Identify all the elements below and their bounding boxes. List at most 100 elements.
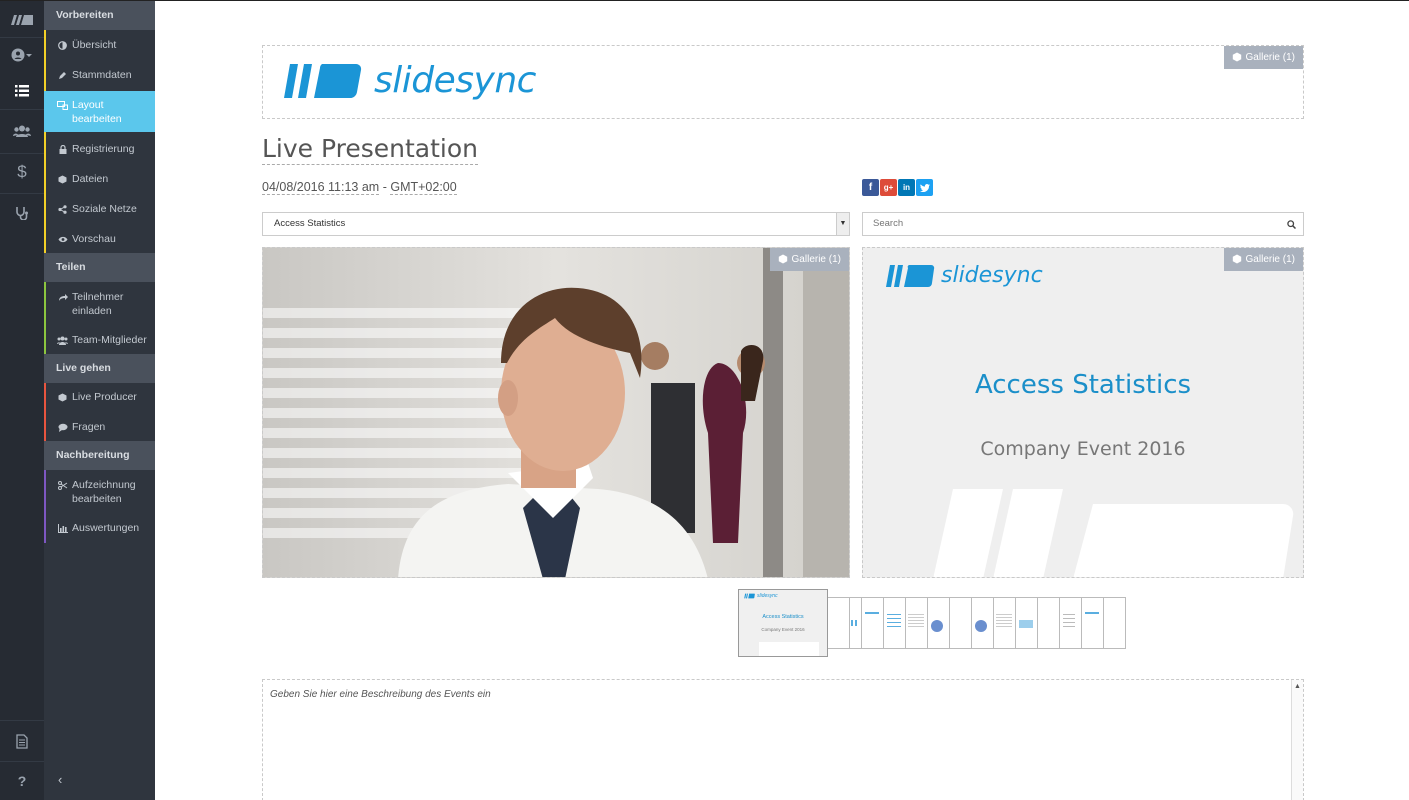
sidebar-item-auswertungen[interactable]: Auswertungen <box>44 521 155 535</box>
stethoscope-icon[interactable] <box>0 195 44 231</box>
collapse-icon[interactable]: ‹ <box>44 773 155 787</box>
slide-thumbnail[interactable] <box>1036 597 1060 649</box>
list-icon[interactable] <box>0 73 44 109</box>
slide-thumbnail[interactable] <box>1058 597 1082 649</box>
sidebar-item-team-mitglieder[interactable]: Team-Mitglieder <box>44 333 155 347</box>
slide-thumbnail-strip: slidesync Access Statistics Company Even… <box>738 589 1128 659</box>
sidebar-item-label: Live Producer <box>72 391 137 403</box>
sidebar-item-label: Registrierung <box>72 143 135 155</box>
lock-icon <box>57 144 68 155</box>
search-input[interactable] <box>873 218 1273 229</box>
thumb-logo-text: slidesync <box>757 593 778 599</box>
gallery-label: Gallerie (1) <box>791 254 841 265</box>
eye-icon <box>57 234 68 245</box>
cube-icon <box>1232 254 1241 264</box>
help-icon[interactable]: ? <box>0 763 44 799</box>
sidebar-item-label: Fragen <box>72 421 106 433</box>
thumb-title: Access Statistics <box>762 614 804 620</box>
users-icon <box>57 335 68 346</box>
slide-watermark-image <box>933 489 1294 577</box>
sidebar-item-label: Team-Mitglieder <box>72 334 147 346</box>
sidebar-item-uebersicht[interactable]: Übersicht <box>44 38 155 52</box>
logo-text: slidesync <box>374 60 536 101</box>
sidebar-item-aufzeichnung[interactable]: Aufzeichnung bearbeiten <box>44 478 155 506</box>
sidebar-item-label: Übersicht <box>72 39 117 51</box>
sidebar-item-layout[interactable]: Layout bearbeiten <box>44 91 155 132</box>
thumb-subtitle: Company Event 2016 <box>761 627 805 632</box>
sidebar-item-label: Auswertungen <box>72 522 140 534</box>
user-icon[interactable] <box>0 37 44 73</box>
gallery-label: Gallerie (1) <box>1245 254 1295 265</box>
date-separator: - <box>379 180 391 194</box>
slidesync-logo: slidesync <box>282 60 536 101</box>
scroll-up-icon[interactable]: ▲ <box>1294 683 1301 690</box>
document-icon[interactable] <box>0 723 44 759</box>
section-header-live-gehen: Live gehen <box>44 354 155 383</box>
video-player[interactable]: Gallerie (1) <box>262 247 850 578</box>
sidebar-item-fragen[interactable]: Fragen <box>44 420 155 434</box>
slide-thumbnail[interactable] <box>860 597 884 649</box>
gallery-button-slide[interactable]: Gallerie (1) <box>1223 248 1303 271</box>
cube-icon <box>57 392 68 403</box>
section-header-teilen: Teilen <box>44 253 155 282</box>
event-date[interactable]: 04/08/2016 11:13 am <box>262 180 380 195</box>
slide-thumbnail[interactable] <box>1080 597 1104 649</box>
slide-thumbnail[interactable] <box>926 597 950 649</box>
slide-thumbnail[interactable] <box>882 597 906 649</box>
sidebar-item-label: Soziale Netze <box>72 203 137 215</box>
sidebar-item-live-producer[interactable]: Live Producer <box>44 390 155 404</box>
slide-select[interactable]: Access Statistics ▼ <box>262 212 850 236</box>
slide-thumbnail[interactable] <box>970 597 994 649</box>
video-frame-image <box>263 248 849 577</box>
slide-thumbnail[interactable] <box>904 597 928 649</box>
thumb-logo: slidesync <box>744 593 778 599</box>
sidebar-item-vorschau[interactable]: Vorschau <box>44 232 155 246</box>
slide-thumbnail[interactable] <box>992 597 1016 649</box>
comment-icon <box>57 422 68 433</box>
slide-logo: slidesync <box>885 263 1043 288</box>
google-plus-icon[interactable]: g+ <box>880 179 897 196</box>
sidebar-item-teilnehmer-einladen[interactable]: Teilnehmer einladen <box>44 290 155 318</box>
gallery-button-video[interactable]: Gallerie (1) <box>769 248 849 271</box>
brand-logo-icon[interactable] <box>0 2 44 38</box>
linkedin-icon[interactable]: in <box>898 179 915 196</box>
sidebar-item-registrierung[interactable]: Registrierung <box>44 142 155 156</box>
search-icon[interactable] <box>1287 220 1296 229</box>
chevron-down-icon[interactable]: ▼ <box>836 213 849 235</box>
slide-title: Access Statistics <box>974 370 1192 400</box>
header-logo-box[interactable]: slidesync Gallerie (1) <box>262 45 1304 119</box>
dollar-icon[interactable]: $ <box>0 154 44 190</box>
share-icon <box>57 204 68 215</box>
event-datetime[interactable]: 04/08/2016 11:13 am - GMT+02:00 <box>262 180 457 195</box>
logo-mark-icon <box>744 593 755 599</box>
cube-icon <box>57 174 68 185</box>
page-title[interactable]: Live Presentation <box>262 134 479 165</box>
description-editor[interactable]: Geben Sie hier eine Beschreibung des Eve… <box>262 679 1304 800</box>
description-scrollbar[interactable]: ▲ <box>1291 680 1303 800</box>
slide-thumbnail[interactable] <box>1014 597 1038 649</box>
thumb-watermark <box>759 642 819 656</box>
slide-thumbnail[interactable] <box>826 597 850 649</box>
gallery-button-header[interactable]: Gallerie (1) <box>1223 46 1303 69</box>
event-timezone[interactable]: GMT+02:00 <box>390 180 457 195</box>
slide-viewer[interactable]: slidesync Access Statistics Company Even… <box>862 247 1304 578</box>
slide-thumbnail[interactable] <box>948 597 972 649</box>
search-box[interactable] <box>862 212 1304 236</box>
section-header-nachbereitung: Nachbereitung <box>44 441 155 470</box>
twitter-icon[interactable] <box>916 179 933 196</box>
sidebar-item-soziale-netze[interactable]: Soziale Netze <box>44 202 155 216</box>
sidebar-item-stammdaten[interactable]: Stammdaten <box>44 68 155 82</box>
slide-thumbnail[interactable] <box>1102 597 1126 649</box>
sidebar-item-dateien[interactable]: Dateien <box>44 172 155 186</box>
slide-thumbnail-active[interactable]: slidesync Access Statistics Company Even… <box>738 589 828 657</box>
group-icon[interactable] <box>0 113 44 149</box>
logo-mark-icon <box>284 63 362 98</box>
slide-logo-text: slidesync <box>941 263 1043 288</box>
logo-mark-icon <box>886 264 935 287</box>
sidebar-item-label: Vorschau <box>72 233 116 245</box>
slide-subtitle: Company Event 2016 <box>980 438 1186 460</box>
description-placeholder: Geben Sie hier eine Beschreibung des Eve… <box>270 689 491 700</box>
facebook-icon[interactable]: f <box>862 179 879 196</box>
section-header-vorbereiten: Vorbereiten <box>44 1 155 30</box>
sidebar-item-label: Stammdaten <box>72 69 132 81</box>
